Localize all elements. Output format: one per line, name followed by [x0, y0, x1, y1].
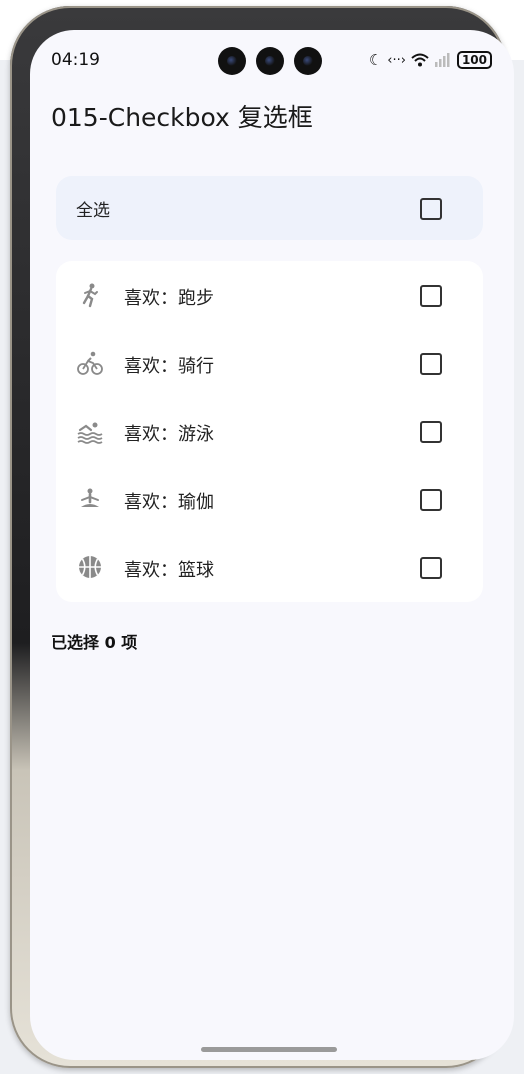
list-item-basketball[interactable]: 喜欢：篮球 — [56, 533, 483, 601]
list-item-cycling[interactable]: 喜欢：骑行 — [56, 329, 483, 397]
cycling-icon — [77, 351, 103, 375]
swimming-checkbox[interactable] — [420, 421, 442, 443]
status-time: 04:19 — [51, 50, 100, 70]
select-all-label: 全选 — [76, 201, 110, 221]
cycling-checkbox[interactable] — [420, 353, 442, 375]
page-title: 015-Checkbox 复选框 — [51, 103, 313, 132]
swimming-icon — [77, 422, 103, 444]
screen: 04:19 ☾ ‹··› 100 015-Checkbox 复选框 全选 喜欢：… — [30, 30, 514, 1060]
list-item-swimming[interactable]: 喜欢：游泳 — [56, 397, 483, 465]
selection-summary: 已选择 0 项 — [51, 633, 138, 652]
running-checkbox[interactable] — [420, 285, 442, 307]
hobby-list: 喜欢：跑步 喜欢：骑行 喜欢：游泳 喜欢：瑜伽 喜欢：篮球 — [56, 261, 483, 602]
camera-icon — [218, 47, 246, 75]
phone-frame: 04:19 ☾ ‹··› 100 015-Checkbox 复选框 全选 喜欢：… — [10, 6, 514, 1068]
list-item-label: 喜欢：瑜伽 — [124, 492, 214, 513]
battery-icon: 100 — [456, 51, 492, 69]
select-all-checkbox[interactable] — [420, 198, 442, 220]
yoga-checkbox[interactable] — [420, 489, 442, 511]
list-item-running[interactable]: 喜欢：跑步 — [56, 261, 483, 329]
list-item-label: 喜欢：篮球 — [124, 560, 214, 581]
select-all-row[interactable]: 全选 — [56, 176, 483, 240]
wifi-icon — [411, 53, 429, 67]
data-transfer-icon: ‹··› — [387, 52, 406, 68]
basketball-icon — [79, 556, 101, 578]
list-item-label: 喜欢：游泳 — [124, 424, 214, 445]
status-bar: 04:19 ☾ ‹··› 100 — [30, 30, 514, 90]
status-icons: ☾ ‹··› 100 — [369, 49, 492, 71]
list-item-yoga[interactable]: 喜欢：瑜伽 — [56, 465, 483, 533]
list-item-label: 喜欢：跑步 — [124, 288, 214, 309]
yoga-icon — [81, 488, 99, 507]
basketball-checkbox[interactable] — [420, 557, 442, 579]
camera-icon — [294, 47, 322, 75]
home-indicator[interactable] — [201, 1047, 337, 1052]
running-icon — [82, 283, 98, 308]
signal-icon — [434, 53, 450, 67]
moon-icon: ☾ — [368, 51, 383, 69]
list-item-label: 喜欢：骑行 — [124, 356, 214, 377]
camera-icon — [256, 47, 284, 75]
